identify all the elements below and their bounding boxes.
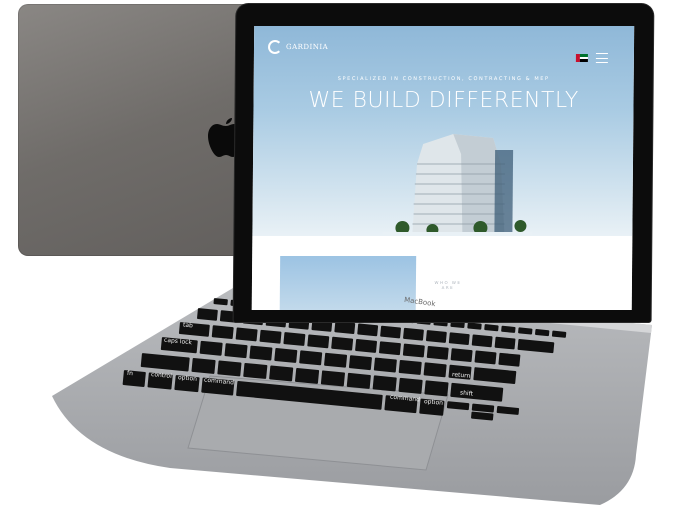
website-viewport: GARDINIA SPECIALIZED IN CONSTRUCTION, CO… [251, 26, 635, 310]
site-logo[interactable]: GARDINIA [267, 40, 329, 54]
key-fn-label: fn [126, 369, 134, 378]
laptop-screen-bezel: GARDINIA SPECIALIZED IN CONSTRUCTION, CO… [233, 4, 654, 322]
hero-tagline: SPECIALIZED IN CONSTRUCTION, CONTRACTING… [337, 76, 550, 82]
uae-flag-icon[interactable] [575, 54, 588, 63]
site-logo-text: GARDINIA [285, 43, 329, 51]
hamburger-menu-icon[interactable] [595, 53, 608, 63]
key-tab-label: tab [182, 321, 194, 330]
section-label: WHO WE ARE [434, 280, 462, 290]
about-image-card [279, 256, 417, 310]
content-section: WHO WE ARE [251, 236, 633, 310]
gardinia-logo-icon [267, 40, 283, 54]
hero-section: GARDINIA SPECIALIZED IN CONSTRUCTION, CO… [252, 26, 635, 238]
scene: tab caps lock fn control option command … [0, 0, 675, 523]
building-image [382, 134, 533, 238]
key-shift-label: shift [459, 389, 474, 398]
hero-headline: WE BUILD DIFFERENTLY [308, 88, 579, 113]
